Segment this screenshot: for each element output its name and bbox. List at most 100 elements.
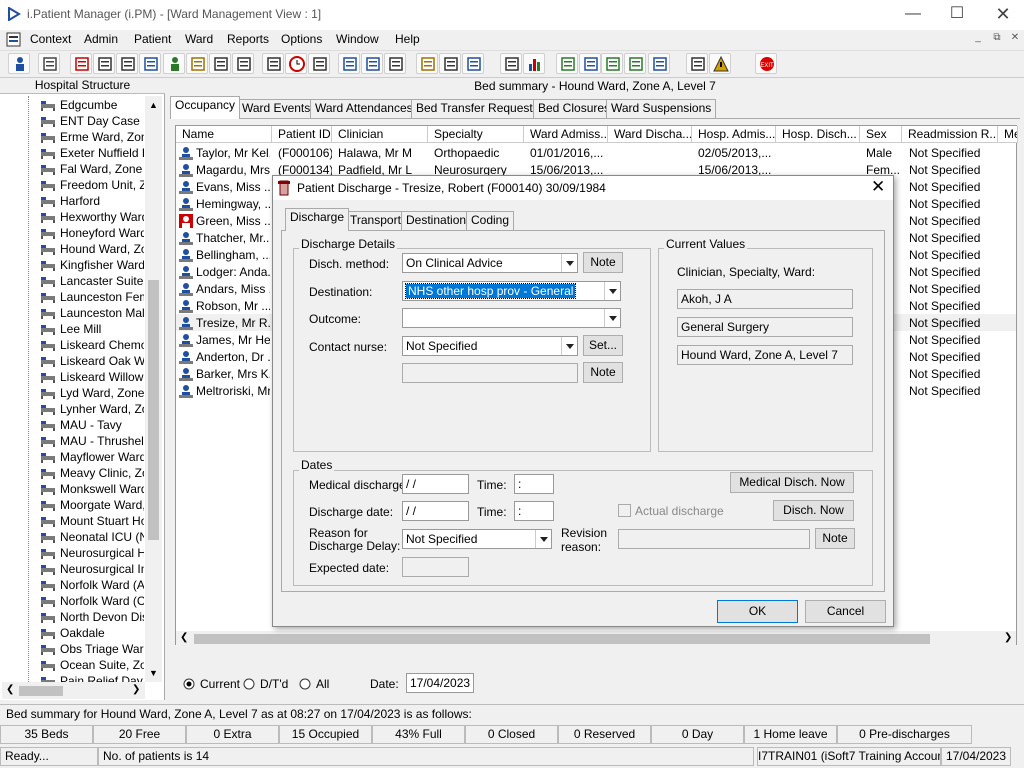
disch-method-select[interactable]: On Clinical Advice: [402, 253, 578, 273]
current-radio[interactable]: [183, 678, 195, 690]
swap2-icon[interactable]: [648, 53, 670, 74]
chart-doc-icon[interactable]: [361, 53, 383, 74]
tab-bed-transfer-requests[interactable]: Bed Transfer Requests: [411, 99, 544, 118]
tab-occupancy[interactable]: Occupancy: [170, 96, 241, 119]
ward-tree-item[interactable]: Erme Ward, Zone: [40, 130, 144, 146]
dtd-radio-label[interactable]: D/T'd: [260, 677, 288, 691]
ward-tree-item[interactable]: Mayflower Ward,: [40, 450, 144, 466]
scroll-up-icon[interactable]: ▲: [149, 100, 158, 110]
ok-button[interactable]: OK: [717, 600, 798, 623]
menu-reports[interactable]: Reports: [227, 32, 269, 46]
ward-tree-item[interactable]: Harford: [40, 194, 144, 210]
scroll-left-icon[interactable]: ❮: [6, 684, 14, 695]
ward-tree-item[interactable]: Freedom Unit, Zo: [40, 178, 144, 194]
book-icon[interactable]: [70, 53, 92, 74]
mdi-close-icon[interactable]: ✕: [1007, 32, 1023, 46]
clock-icon[interactable]: [285, 53, 307, 74]
column-header[interactable]: Specialty: [428, 126, 524, 143]
document-icon[interactable]: [6, 32, 21, 47]
column-header[interactable]: Ward Discha...: [608, 126, 692, 143]
all-radio-label[interactable]: All: [316, 677, 329, 691]
tab-discharge[interactable]: Discharge: [285, 208, 350, 231]
bed2-icon[interactable]: [232, 53, 254, 74]
column-header[interactable]: Clinician: [332, 126, 428, 143]
ward-tree-item[interactable]: Oakdale: [40, 626, 144, 642]
grid-scroll-thumb[interactable]: [194, 634, 930, 644]
dtd-radio[interactable]: [243, 678, 255, 690]
exit-icon[interactable]: EXIT: [755, 53, 777, 74]
date-field[interactable]: 17/04/2023: [406, 673, 474, 693]
ward-tree-item[interactable]: ENT Day Case U: [40, 114, 144, 130]
ward-tree-item[interactable]: North Devon Dist: [40, 610, 144, 626]
menu-options[interactable]: Options: [281, 32, 322, 46]
revision-note-button[interactable]: Note: [815, 528, 855, 549]
column-header[interactable]: Patient ID: [272, 126, 332, 143]
medical-disch-now-button[interactable]: Medical Disch. Now: [730, 472, 854, 493]
disch-now-button[interactable]: Disch. Now: [773, 500, 854, 521]
maximize-icon[interactable]: ☐: [934, 0, 980, 30]
ward-tree-item[interactable]: Liskeard Oak Wa: [40, 354, 144, 370]
check-list-icon[interactable]: [579, 53, 601, 74]
stethoscope-icon[interactable]: [384, 53, 406, 74]
ward-tree-item[interactable]: MAU - Tavy: [40, 418, 144, 434]
ward-tree-item[interactable]: Exeter Nuffield He: [40, 146, 144, 162]
ward-tree-item[interactable]: Ocean Suite, Zor: [40, 658, 144, 674]
ward-tree-item[interactable]: Lynher Ward, Zor: [40, 402, 144, 418]
mdi-minimize-icon[interactable]: _: [970, 32, 986, 46]
menu-help[interactable]: Help: [395, 32, 420, 46]
tree-vertical-scrollbar[interactable]: ▲ ▼: [145, 96, 162, 682]
tab-transport[interactable]: Transport: [345, 211, 406, 230]
transfer-icon[interactable]: [439, 53, 461, 74]
list-icon[interactable]: [308, 53, 330, 74]
ward-tree-item[interactable]: Launceston Male: [40, 306, 144, 322]
column-header[interactable]: Name: [176, 126, 272, 143]
tree-horizontal-scrollbar[interactable]: ❮ ❯: [2, 682, 145, 699]
discharge-date-field[interactable]: / /: [402, 501, 469, 521]
tab-destination[interactable]: Destination: [401, 211, 472, 230]
bar-chart-icon[interactable]: [523, 53, 545, 74]
contact-nurse-set-button[interactable]: Set...: [583, 335, 623, 356]
menu-ward[interactable]: Ward: [185, 32, 213, 46]
expected-date-field[interactable]: [402, 557, 469, 577]
ward-tree-item[interactable]: Edgcumbe: [40, 98, 144, 114]
tab-coding[interactable]: Coding: [466, 211, 515, 230]
ward-tree-item[interactable]: Liskeard Willow V: [40, 370, 144, 386]
all-radio[interactable]: [299, 678, 311, 690]
sort-icon[interactable]: [686, 53, 708, 74]
menu-admin[interactable]: Admin: [84, 32, 118, 46]
folder-icon[interactable]: [186, 53, 208, 74]
mdi-restore-icon[interactable]: ⧉: [989, 32, 1005, 46]
medical-time-field[interactable]: :: [514, 474, 554, 494]
doctor-icon[interactable]: [163, 53, 185, 74]
column-header[interactable]: Me: [998, 126, 1018, 143]
chevron-down-icon[interactable]: [561, 254, 577, 272]
minimize-icon[interactable]: —: [890, 0, 936, 30]
chevron-down-icon[interactable]: [604, 309, 620, 327]
ward-tree-item[interactable]: Kingfisher Ward: [40, 258, 144, 274]
tab-bed-closures[interactable]: Bed Closures: [533, 99, 616, 118]
actual-discharge-checkbox[interactable]: [618, 504, 631, 517]
ward-tree-item[interactable]: Monkswell Ward,: [40, 482, 144, 498]
grid-scroll-left-icon[interactable]: ❮: [180, 632, 188, 643]
column-header[interactable]: Ward Admiss...: [524, 126, 608, 143]
outcome-select[interactable]: [402, 308, 621, 328]
menu-window[interactable]: Window: [336, 32, 379, 46]
column-header[interactable]: Readmission R...: [902, 126, 998, 143]
bed-icon[interactable]: [209, 53, 231, 74]
ward-tree-item[interactable]: Hexworthy Ward,: [40, 210, 144, 226]
ward-tree-item[interactable]: Hound Ward, Zor: [40, 242, 144, 258]
ward-tree-item[interactable]: Neurosurgical Inte: [40, 562, 144, 578]
ward-tree-item[interactable]: Fal Ward, Zone E: [40, 162, 144, 178]
ward-tree-item[interactable]: Moorgate Ward, Z: [40, 498, 144, 514]
nurse-note-field[interactable]: [402, 363, 578, 383]
scroll-right-icon[interactable]: ❯: [132, 684, 140, 695]
letter-m-icon[interactable]: [139, 53, 161, 74]
tab-ward-attendances[interactable]: Ward Attendances: [310, 99, 418, 118]
nurse-note-button[interactable]: Note: [583, 362, 623, 383]
ward-tree-item[interactable]: Norfolk Ward (Ad: [40, 578, 144, 594]
ward-tree-item[interactable]: Liskeard Chemo D: [40, 338, 144, 354]
monitor-cross-icon[interactable]: [262, 53, 284, 74]
ward-tree-item[interactable]: Lancaster Suite, Z: [40, 274, 144, 290]
ward-tree-item[interactable]: Obs Triage Ward: [40, 642, 144, 658]
chevron-down-icon[interactable]: [604, 282, 620, 300]
